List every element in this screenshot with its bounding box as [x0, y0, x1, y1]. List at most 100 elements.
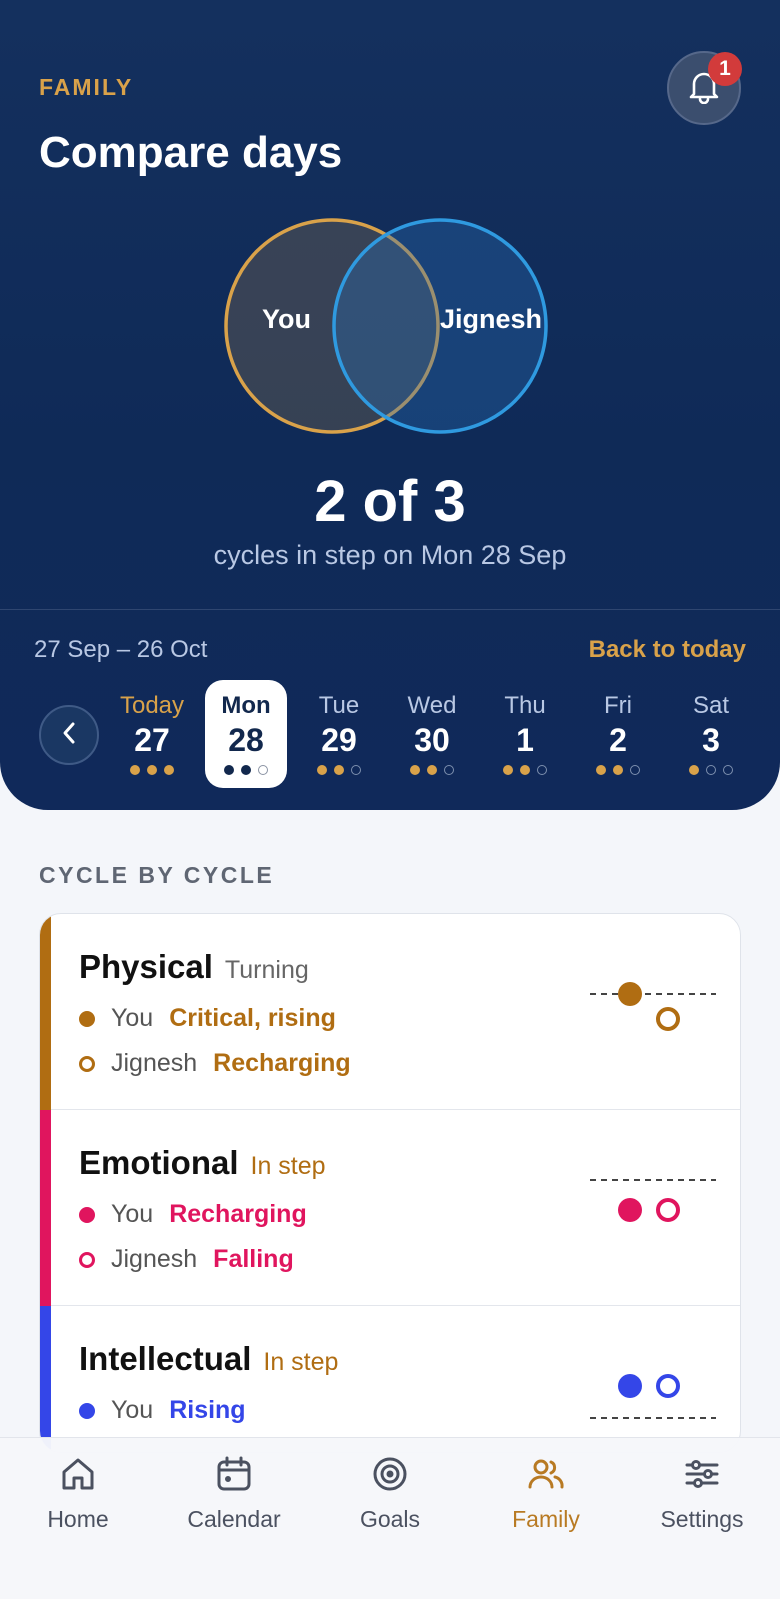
- cycle-header: Intellectual In step: [79, 1340, 338, 1378]
- tab-calendar[interactable]: Calendar: [156, 1452, 312, 1533]
- day-tue[interactable]: Tue 29: [298, 680, 380, 788]
- cycle-name: Intellectual: [79, 1340, 252, 1377]
- day-sat[interactable]: Sat 3: [670, 680, 752, 788]
- day-wed[interactable]: Wed 30: [391, 680, 473, 788]
- person-status: Critical, rising: [169, 1004, 336, 1032]
- empty-dot-icon: [537, 765, 547, 775]
- tab-goals[interactable]: Goals: [312, 1452, 468, 1533]
- filled-dot-icon: [164, 765, 174, 775]
- day-number: 2: [609, 722, 627, 758]
- cycle-color-bar: [40, 1110, 51, 1306]
- previous-week-button[interactable]: [39, 705, 99, 765]
- in-step-dots: [298, 765, 380, 775]
- cycle-row-physical[interactable]: Physical Turning You Critical, rising Jig…: [40, 914, 740, 1110]
- day-today[interactable]: Today 27: [111, 680, 193, 788]
- cycle-position-chart: [588, 1170, 718, 1250]
- date-range: 27 Sep – 26 Oct: [34, 636, 208, 663]
- in-step-dots: [205, 765, 287, 775]
- person-status: Recharging: [169, 1200, 307, 1228]
- filled-dot-icon: [334, 765, 344, 775]
- family-icon: [468, 1452, 624, 1496]
- filled-dot-icon: [410, 765, 420, 775]
- person-status: Rising: [169, 1396, 246, 1424]
- person-label: You: [111, 1200, 154, 1228]
- filled-dot-icon: [596, 765, 606, 775]
- filled-dot-icon: [130, 765, 140, 775]
- in-step-dots: [670, 765, 752, 775]
- hero-header: FAMILY Compare days 1 You Jignesh 2 of 3…: [0, 0, 780, 810]
- cycle-name: Physical: [79, 948, 213, 985]
- tab-label: Calendar: [187, 1506, 281, 1532]
- filled-dot-icon: [427, 765, 437, 775]
- day-name: Fri: [604, 692, 632, 719]
- day-name: Today: [119, 692, 185, 719]
- in-step-dots: [577, 765, 659, 775]
- other-ring-icon: [79, 1251, 95, 1268]
- day-fri[interactable]: Fri 2: [577, 680, 659, 788]
- page-title: Compare days: [39, 128, 343, 177]
- person-other: Jignesh Falling: [79, 1245, 294, 1274]
- cycle-color-bar: [40, 914, 51, 1110]
- tab-settings[interactable]: Settings: [624, 1452, 780, 1533]
- person-you: You Critical, rising: [79, 1004, 336, 1033]
- day-name: Tue: [318, 692, 360, 719]
- person-status: Falling: [213, 1245, 294, 1273]
- tab-label: Goals: [359, 1506, 421, 1532]
- in-step-count: 2 of 3: [314, 469, 466, 534]
- filled-dot-icon: [689, 765, 699, 775]
- cycle-state: In step: [250, 1152, 326, 1180]
- home-icon: [0, 1452, 156, 1496]
- day-mon[interactable]: Mon 28: [205, 680, 287, 788]
- tab-family[interactable]: Family: [468, 1452, 624, 1533]
- you-dot-icon: [79, 1402, 95, 1419]
- cycle-row-emotional[interactable]: Emotional In step You Recharging Jignesh …: [40, 1110, 740, 1306]
- day-name: Sat: [692, 692, 730, 719]
- in-step-dots: [484, 765, 566, 775]
- target-icon: [312, 1452, 468, 1496]
- person-label: You: [111, 1396, 154, 1424]
- day-number: 27: [134, 722, 170, 758]
- empty-dot-icon: [706, 765, 716, 775]
- cycle-header: Physical Turning: [79, 948, 309, 986]
- person-you: You Recharging: [79, 1200, 307, 1229]
- day-name: Mon: [221, 692, 271, 719]
- you-dot-icon: [79, 1206, 95, 1223]
- day-thu[interactable]: Thu 1: [484, 680, 566, 788]
- in-step-dots: [391, 765, 473, 775]
- empty-dot-icon: [444, 765, 454, 775]
- filled-dot-icon: [224, 765, 234, 775]
- day-name: Thu: [504, 692, 546, 719]
- other-ring-icon: [79, 1055, 95, 1072]
- tab-bar: Home Calendar Goals Family Settings: [0, 1437, 780, 1599]
- cycle-position-chart: [588, 1366, 718, 1446]
- tab-home[interactable]: Home: [0, 1452, 156, 1533]
- empty-dot-icon: [258, 765, 268, 775]
- venn-label-you: You: [262, 304, 311, 334]
- cycle-row-intellectual[interactable]: Intellectual In step You Rising: [40, 1306, 740, 1452]
- notification-badge: 1: [708, 52, 742, 86]
- filled-dot-icon: [317, 765, 327, 775]
- filled-dot-icon: [520, 765, 530, 775]
- person-label: You: [111, 1004, 154, 1032]
- cycle-color-bar: [40, 1306, 51, 1452]
- filled-dot-icon: [503, 765, 513, 775]
- cycle-header: Emotional In step: [79, 1144, 326, 1182]
- filled-dot-icon: [613, 765, 623, 775]
- section-eyebrow: FAMILY: [39, 74, 134, 100]
- day-name: Wed: [407, 692, 457, 719]
- venn-label-other: Jignesh: [440, 304, 543, 334]
- empty-dot-icon: [630, 765, 640, 775]
- back-to-today-link[interactable]: Back to today: [589, 636, 746, 664]
- person-status: Recharging: [213, 1049, 351, 1077]
- you-dot-icon: [79, 1010, 95, 1027]
- day-number: 3: [702, 722, 720, 758]
- in-step-dots: [111, 765, 193, 775]
- person-label: Jignesh: [111, 1245, 198, 1273]
- filled-dot-icon: [241, 765, 251, 775]
- cycle-state: In step: [263, 1348, 339, 1376]
- day-number: 1: [516, 722, 534, 758]
- section-title: CYCLE BY CYCLE: [39, 862, 275, 888]
- divider: [0, 609, 780, 610]
- day-number: 29: [321, 722, 357, 758]
- venn-diagram: You Jignesh: [222, 212, 562, 440]
